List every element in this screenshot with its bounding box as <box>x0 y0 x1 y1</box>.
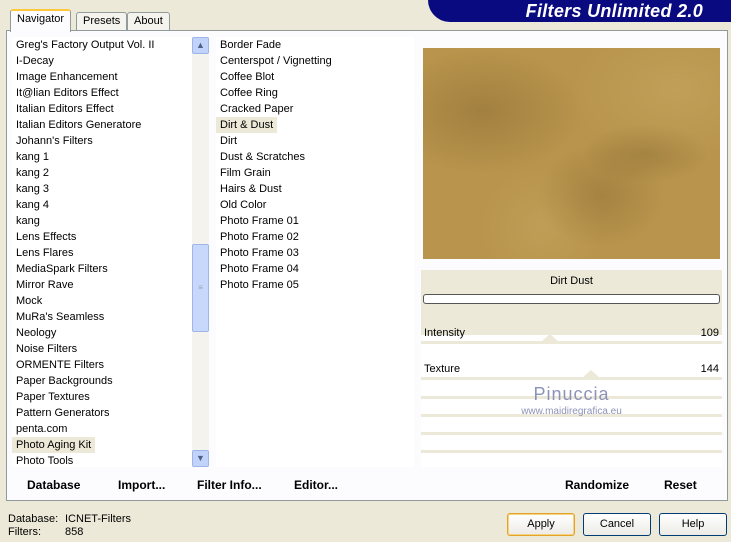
list-item[interactable]: Film Grain <box>216 165 275 181</box>
list-item[interactable]: Pattern Generators <box>12 405 114 421</box>
list-item[interactable]: Dust & Scratches <box>216 149 309 165</box>
param-label: Texture <box>424 363 461 375</box>
slider-thumb[interactable] <box>581 370 600 378</box>
list-item[interactable]: Photo Aging Kit <box>12 437 96 453</box>
watermark-url: www.maidiregrafica.eu <box>521 406 622 417</box>
list-item[interactable]: Coffee Blot <box>216 69 278 85</box>
scroll-up-button[interactable]: ▲ <box>192 37 209 54</box>
filters-count: 858 <box>65 526 84 538</box>
list-item[interactable]: Noise Filters <box>12 341 81 357</box>
list-item[interactable]: MediaSpark Filters <box>12 261 112 277</box>
filter-info-button[interactable]: Filter Info... <box>197 478 262 492</box>
list-item[interactable]: Photo Frame 03 <box>216 245 303 261</box>
list-item[interactable]: Greg's Factory Output Vol. II <box>12 37 158 53</box>
list-item[interactable]: Centerspot / Vignetting <box>216 53 336 69</box>
list-item[interactable]: penta.com <box>12 421 71 437</box>
database-value: ICNET-Filters <box>65 513 131 525</box>
preview-image <box>423 48 720 259</box>
param-label: Intensity <box>424 327 465 339</box>
list-item[interactable]: Border Fade <box>216 37 285 53</box>
import-button[interactable]: Import... <box>118 478 165 492</box>
list-item[interactable]: Italian Editors Effect <box>12 101 118 117</box>
list-item[interactable]: Cracked Paper <box>216 101 297 117</box>
category-scrollbar[interactable]: ▲ ≡ ▼ <box>192 37 209 467</box>
list-item[interactable]: kang 2 <box>12 165 53 181</box>
list-item[interactable]: Photo Frame 05 <box>216 277 303 293</box>
tab-navigator[interactable]: Navigator <box>10 9 72 32</box>
randomize-button[interactable]: Randomize <box>565 478 629 492</box>
apply-button[interactable]: Apply <box>507 513 575 536</box>
app-title: Filters Unlimited 2.0 <box>525 1 703 21</box>
tab-about[interactable]: About <box>127 12 170 31</box>
tab-presets[interactable]: Presets <box>76 12 128 31</box>
list-item[interactable]: Lens Effects <box>12 229 80 245</box>
list-item[interactable]: kang 1 <box>12 149 53 165</box>
list-item[interactable]: MuRa's Seamless <box>12 309 108 325</box>
list-item[interactable]: Hairs & Dust <box>216 181 286 197</box>
chevron-down-icon: ▼ <box>196 453 205 463</box>
list-item[interactable]: Mock <box>12 293 46 309</box>
list-item[interactable]: Photo Frame 02 <box>216 229 303 245</box>
list-item[interactable]: kang 3 <box>12 181 53 197</box>
cancel-button[interactable]: Cancel <box>583 513 651 536</box>
chevron-up-icon: ▲ <box>196 40 205 50</box>
list-item[interactable]: kang <box>12 213 44 229</box>
filters-label: Filters: <box>8 526 41 538</box>
list-item[interactable]: Johann's Filters <box>12 133 97 149</box>
list-item[interactable]: Lens Flares <box>12 245 77 261</box>
list-item[interactable]: Paper Textures <box>12 389 94 405</box>
list-item[interactable]: Photo Frame 04 <box>216 261 303 277</box>
category-list[interactable]: Greg's Factory Output Vol. II I-Decay Imag… <box>12 37 192 467</box>
help-button[interactable]: Help <box>659 513 727 536</box>
param-value: 144 <box>700 363 719 375</box>
param-value: 109 <box>700 327 719 339</box>
progress-bar <box>423 294 720 304</box>
database-label: Database: <box>8 513 59 525</box>
slider-thumb[interactable] <box>540 334 559 342</box>
filter-title: Dirt Dust <box>550 275 593 287</box>
list-item[interactable]: ORMENTE Filters <box>12 357 108 373</box>
watermark-name: Pinuccia <box>533 384 610 404</box>
list-item[interactable]: Mirror Rave <box>12 277 77 293</box>
list-item[interactable]: Dirt <box>216 133 241 149</box>
list-item[interactable]: Neology <box>12 325 60 341</box>
editor-button[interactable]: Editor... <box>294 478 338 492</box>
reset-button[interactable]: Reset <box>664 478 697 492</box>
list-item[interactable]: Image Enhancement <box>12 69 122 85</box>
list-item[interactable]: Photo Frame 01 <box>216 213 303 229</box>
list-item[interactable]: kang 4 <box>12 197 53 213</box>
list-item[interactable]: Dirt & Dust <box>216 117 278 133</box>
title-banner: Filters Unlimited 2.0 <box>428 0 731 22</box>
parameter-panel: Dirt Dust Intensity 109 Texture 144 Pinu… <box>421 270 722 467</box>
database-button[interactable]: Database <box>27 478 80 492</box>
list-item[interactable]: Photo Tools <box>12 453 77 467</box>
list-item[interactable]: Coffee Ring <box>216 85 282 101</box>
list-item[interactable]: Old Color <box>216 197 270 213</box>
list-item[interactable]: Italian Editors Generatore <box>12 117 145 133</box>
scroll-thumb[interactable]: ≡ <box>192 244 209 332</box>
filter-list[interactable]: Border Fade Centerspot / Vignetting Coffee… <box>216 37 414 467</box>
list-item[interactable]: I-Decay <box>12 53 58 69</box>
list-item[interactable]: Paper Backgrounds <box>12 373 117 389</box>
scroll-down-button[interactable]: ▼ <box>192 450 209 467</box>
list-item[interactable]: It@lian Editors Effect <box>12 85 123 101</box>
